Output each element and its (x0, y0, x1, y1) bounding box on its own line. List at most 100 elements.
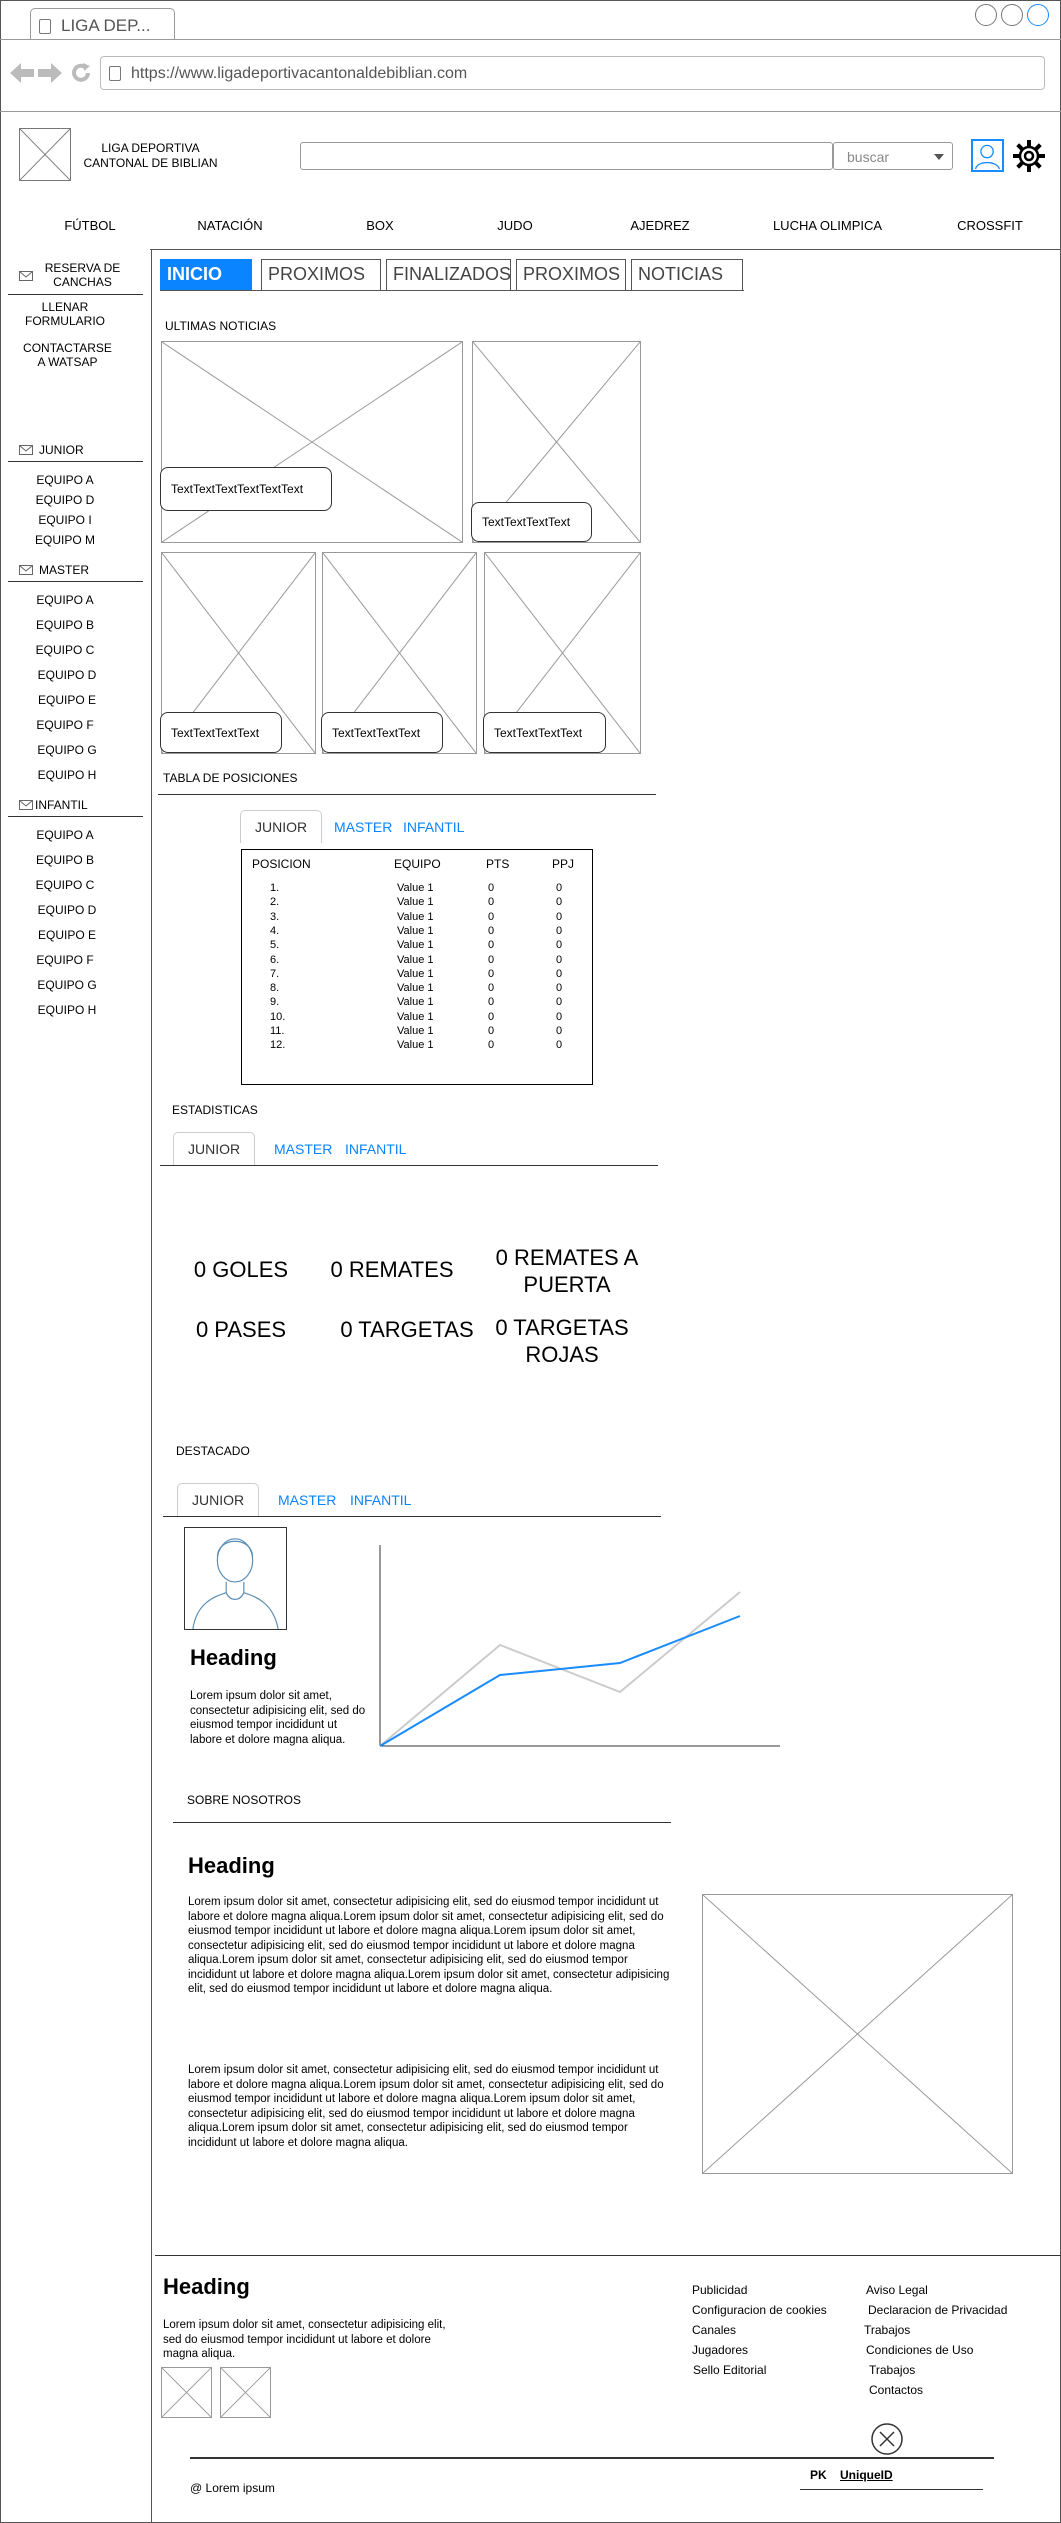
nav-ajedrez[interactable]: AJEDREZ (610, 218, 710, 233)
cell-ppj: 0 (556, 1025, 563, 1037)
close-button[interactable] (1027, 4, 1049, 26)
sidebar-infantil-equipo[interactable]: EQUIPO H (32, 1003, 102, 1017)
nav-crossfit[interactable]: CROSSFIT (940, 218, 1040, 233)
standings-tab-junior[interactable]: JUNIOR (240, 810, 323, 843)
nav-box[interactable]: BOX (330, 218, 430, 233)
nav-judo[interactable]: JUDO (465, 218, 565, 233)
sidebar-infantil-equipo[interactable]: EQUIPO B (30, 853, 100, 867)
stat-remates: 0 REMATES (330, 1257, 454, 1282)
sidebar-infantil-equipo[interactable]: EQUIPO G (32, 978, 102, 992)
person-icon (192, 1538, 279, 1630)
user-icon (974, 144, 1001, 170)
footer-link-canales[interactable]: Canales (692, 2323, 736, 2337)
stats-tab-master[interactable]: MASTER (274, 1141, 332, 1157)
footer-link-condiciones[interactable]: Condiciones de Uso (866, 2343, 973, 2357)
footer-link-contactos[interactable]: Contactos (869, 2383, 923, 2397)
featured-heading: Heading (190, 1645, 277, 1670)
sidebar-infantil-equipo[interactable]: EQUIPO E (32, 928, 102, 942)
sidebar-reserva-canchas[interactable]: RESERVA DE CANCHAS (35, 261, 130, 289)
sidebar-master-equipo[interactable]: EQUIPO D (32, 668, 102, 682)
news-caption: TextTextTextText (483, 712, 606, 753)
sidebar-infantil-equipo[interactable]: EQUIPO C (30, 878, 100, 892)
sidebar-group-infantil[interactable]: INFANTIL (19, 798, 88, 812)
browser-tab[interactable]: LIGA DEP... (30, 8, 175, 40)
sidebar-group-junior[interactable]: JUNIOR (19, 443, 84, 457)
brand-name: LIGA DEPORTIVA CANTONAL DE BIBLIAN (78, 141, 223, 171)
stat-targetas: 0 TARGETAS (340, 1317, 474, 1342)
close-circle-icon[interactable] (871, 2423, 903, 2455)
sidebar-master-equipo[interactable]: EQUIPO G (32, 743, 102, 757)
sidebar-contactarse-watsap[interactable]: CONTACTARSE A WATSAP (15, 341, 120, 369)
footer-link-cookies[interactable]: Configuracion de cookies (692, 2303, 827, 2317)
nav-futbol[interactable]: FÚTBOL (40, 218, 140, 233)
nav-natacion[interactable]: NATACIÓN (180, 218, 280, 233)
cell-posicion: 4. (270, 924, 280, 937)
tab-proximos-2[interactable]: PROXIMOS (516, 259, 626, 291)
sidebar-llenar-formulario[interactable]: LLENAR FORMULARIO (15, 300, 115, 328)
image-placeholder-icon (221, 2368, 270, 2417)
stats-tab-junior[interactable]: JUNIOR (173, 1132, 256, 1165)
about-paragraph-2: Lorem ipsum dolor sit amet, consectetur … (188, 2064, 664, 2149)
user-avatar-button[interactable] (971, 139, 1004, 172)
nav-divider (150, 249, 1061, 250)
news-caption: TextTextTextText (321, 712, 443, 753)
sidebar-master-equipo[interactable]: EQUIPO C (30, 643, 100, 657)
tabs-underline (160, 290, 744, 291)
forward-arrow-icon[interactable] (38, 62, 62, 84)
cell-posicion: 6. (270, 953, 280, 966)
cell-pts: 0 (488, 939, 495, 952)
news-caption: TextTextTextText (160, 712, 282, 753)
footer-link-trabajos-2[interactable]: Trabajos (869, 2363, 915, 2377)
sidebar-llenar-line1: LLENAR (41, 300, 89, 314)
minimize-button[interactable] (975, 4, 997, 26)
footer-link-privacidad[interactable]: Declaracion de Privacidad (868, 2303, 1007, 2317)
nav-lucha-olimpica[interactable]: LUCHA OLIMPICA (765, 218, 890, 233)
cell-ppj: 0 (556, 1039, 563, 1052)
standings-tab-master[interactable]: MASTER (334, 819, 392, 835)
sidebar-junior-equipo[interactable]: EQUIPO D (30, 493, 100, 507)
stats-tab-infantil[interactable]: INFANTIL (345, 1141, 406, 1157)
featured-tab-junior[interactable]: JUNIOR (177, 1483, 260, 1516)
cell-pts: 0 (488, 882, 495, 894)
gear-icon[interactable] (1011, 138, 1047, 174)
footer-image (161, 2367, 212, 2418)
tab-finalizados[interactable]: FINALIZADOS (386, 259, 511, 291)
sidebar-master-equipo[interactable]: EQUIPO B (30, 618, 100, 632)
tab-noticias[interactable]: NOTICIAS (631, 259, 743, 291)
cell-pts: 0 (488, 924, 495, 937)
footer-link-jugadores[interactable]: Jugadores (692, 2343, 748, 2357)
featured-tab-infantil[interactable]: INFANTIL (350, 1492, 411, 1508)
cell-equipo: Value 1 (397, 996, 434, 1009)
sidebar-master-equipo[interactable]: EQUIPO H (32, 768, 102, 782)
footer-link-sello-editorial[interactable]: Sello Editorial (693, 2363, 766, 2377)
footer-link-trabajos[interactable]: Trabajos (864, 2323, 910, 2337)
sidebar-master-equipo[interactable]: EQUIPO A (30, 593, 100, 607)
featured-tab-master[interactable]: MASTER (278, 1492, 336, 1508)
sidebar-infantil-equipo[interactable]: EQUIPO A (30, 828, 100, 842)
maximize-button[interactable] (1001, 4, 1023, 26)
footer-unique-id: UniqueID (840, 2468, 893, 2482)
tab-inicio[interactable]: INICIO (160, 259, 252, 291)
sidebar-master-equipo[interactable]: EQUIPO F (30, 718, 100, 732)
sidebar-infantil-equipo[interactable]: EQUIPO D (32, 903, 102, 917)
footer-link-publicidad[interactable]: Publicidad (692, 2283, 747, 2297)
news-section-title: ULTIMAS NOTICIAS (165, 319, 277, 333)
address-bar[interactable]: https://www.ligadeportivacantonaldebibli… (100, 56, 1045, 90)
reload-icon[interactable] (70, 62, 92, 84)
sidebar-junior-equipo[interactable]: EQUIPO M (30, 533, 100, 547)
sidebar-group-master[interactable]: MASTER (19, 563, 89, 577)
search-dropdown[interactable]: buscar (833, 142, 953, 170)
sidebar-junior-equipo[interactable]: EQUIPO I (30, 513, 100, 527)
sidebar-master-equipo[interactable]: EQUIPO E (32, 693, 102, 707)
back-arrow-icon[interactable] (10, 62, 34, 84)
mail-icon (19, 565, 33, 575)
footer-link-aviso-legal[interactable]: Aviso Legal (866, 2283, 928, 2297)
tab-proximos[interactable]: PROXIMOS (261, 259, 381, 291)
sidebar-infantil-equipo[interactable]: EQUIPO F (30, 953, 100, 967)
sidebar-junior-equipo[interactable]: EQUIPO A (30, 473, 100, 487)
cell-posicion: 2. (270, 896, 280, 909)
standings-tab-infantil[interactable]: INFANTIL (403, 819, 464, 835)
footer-image (220, 2367, 271, 2418)
news-image[interactable] (161, 341, 463, 543)
search-input[interactable] (300, 142, 833, 170)
